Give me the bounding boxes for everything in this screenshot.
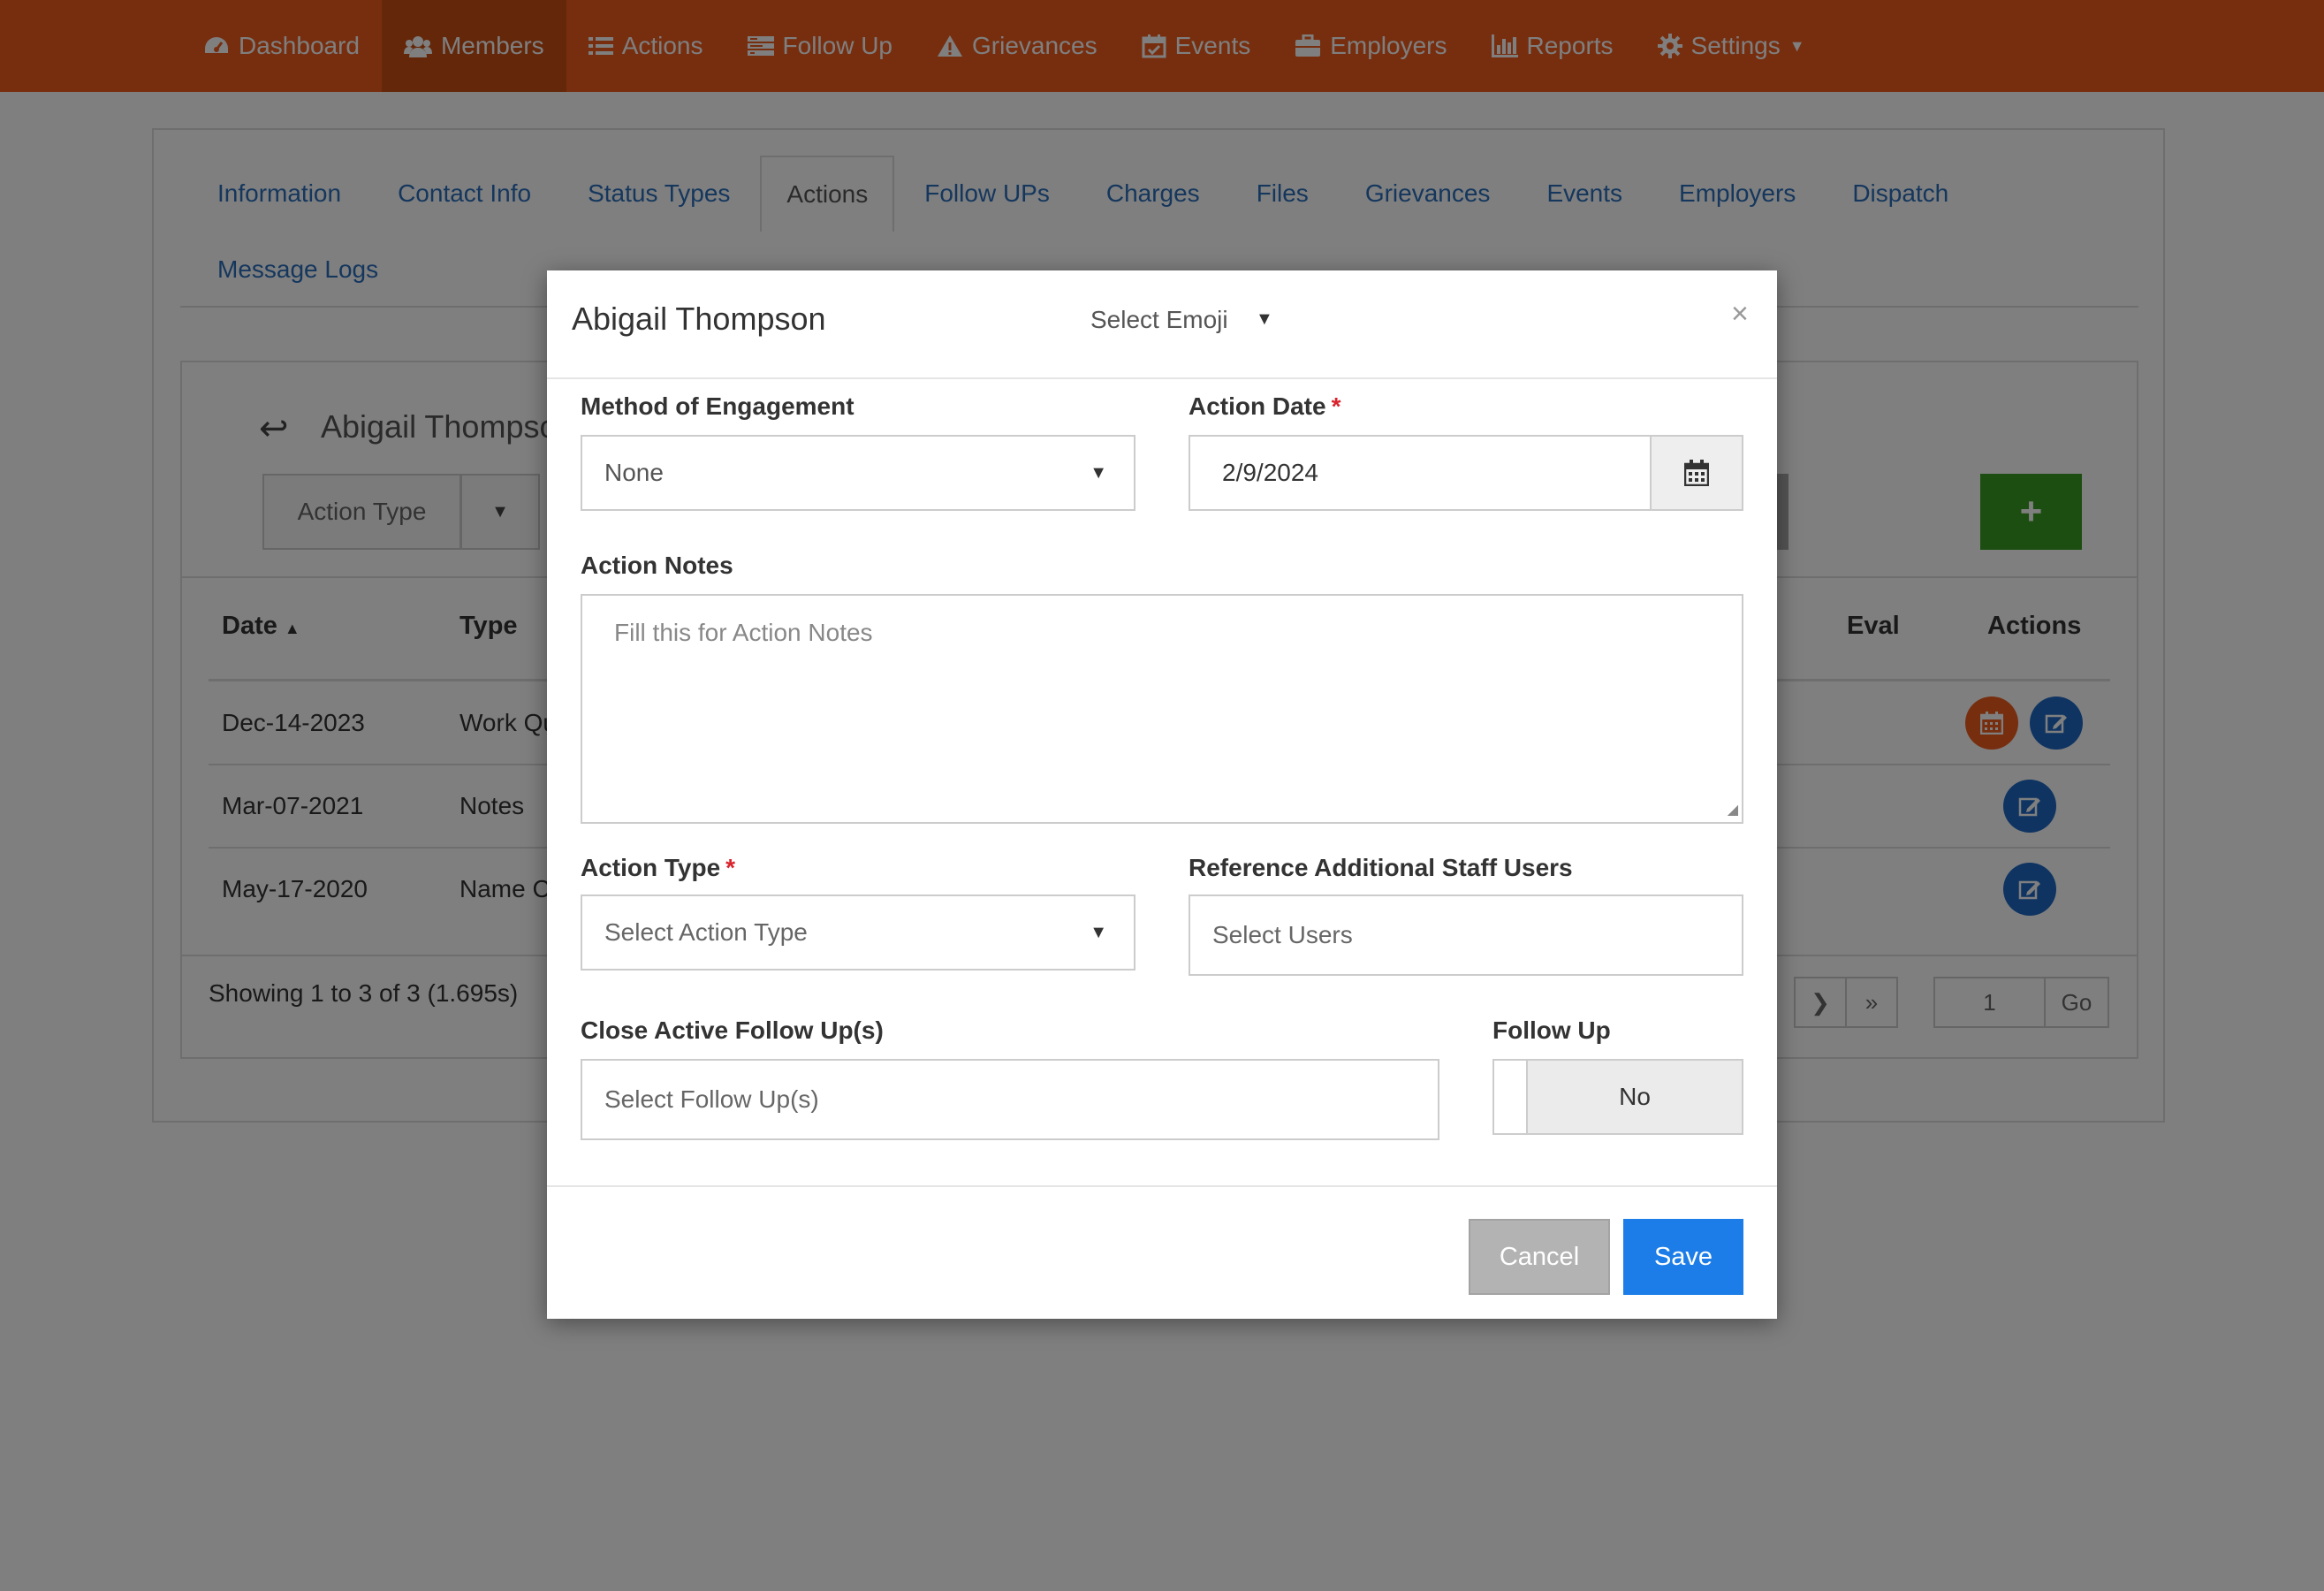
cancel-button[interactable]: Cancel	[1469, 1219, 1610, 1295]
caret-down-icon: ▼	[1090, 462, 1107, 483]
close-follow-ups-label: Close Active Follow Up(s)	[581, 1016, 884, 1044]
method-of-engagement-label: Method of Engagement	[581, 392, 854, 420]
action-type-select[interactable]: Select Action Type ▼	[581, 894, 1135, 971]
emoji-select[interactable]: Select Emoji	[1090, 306, 1228, 334]
caret-down-icon[interactable]: ▼	[1256, 309, 1273, 330]
reference-users-label: Reference Additional Staff Users	[1189, 854, 1573, 881]
required-marker: *	[1331, 392, 1341, 420]
toggle-state-no: No	[1526, 1061, 1742, 1133]
action-notes-textarea[interactable]: Fill this for Action Notes ◢	[581, 594, 1743, 824]
textarea-placeholder: Fill this for Action Notes	[614, 619, 873, 646]
resize-handle-icon[interactable]: ◢	[1728, 801, 1738, 818]
caret-down-icon: ▼	[1090, 922, 1107, 942]
modal-title: Abigail Thompson	[572, 301, 826, 337]
required-marker: *	[725, 854, 736, 881]
reference-users-input[interactable]: Select Users	[1189, 894, 1743, 976]
action-notes-label: Action Notes	[581, 552, 733, 579]
date-picker-button[interactable]	[1650, 435, 1743, 511]
label-text: Action Type	[581, 854, 721, 881]
action-type-label: Action Type *	[581, 854, 735, 882]
add-action-modal: Abigail Thompson Select Emoji ▼ × Method…	[547, 270, 1777, 1319]
select-value: None	[604, 459, 664, 486]
action-date-label: Action Date *	[1189, 392, 1340, 421]
label-text: Action Date	[1189, 392, 1326, 420]
modal-header-divider	[547, 377, 1777, 379]
save-button[interactable]: Save	[1623, 1219, 1743, 1295]
action-date-input[interactable]: 2/9/2024	[1189, 435, 1652, 511]
modal-footer-divider	[547, 1185, 1777, 1187]
follow-up-toggle[interactable]: No	[1492, 1059, 1743, 1135]
calendar-icon	[1684, 460, 1709, 486]
close-icon[interactable]: ×	[1731, 297, 1749, 331]
select-placeholder: Select Action Type	[604, 918, 808, 946]
close-follow-ups-input[interactable]: Select Follow Up(s)	[581, 1059, 1439, 1140]
follow-up-label: Follow Up	[1492, 1016, 1611, 1044]
method-of-engagement-select[interactable]: None ▼	[581, 435, 1135, 511]
